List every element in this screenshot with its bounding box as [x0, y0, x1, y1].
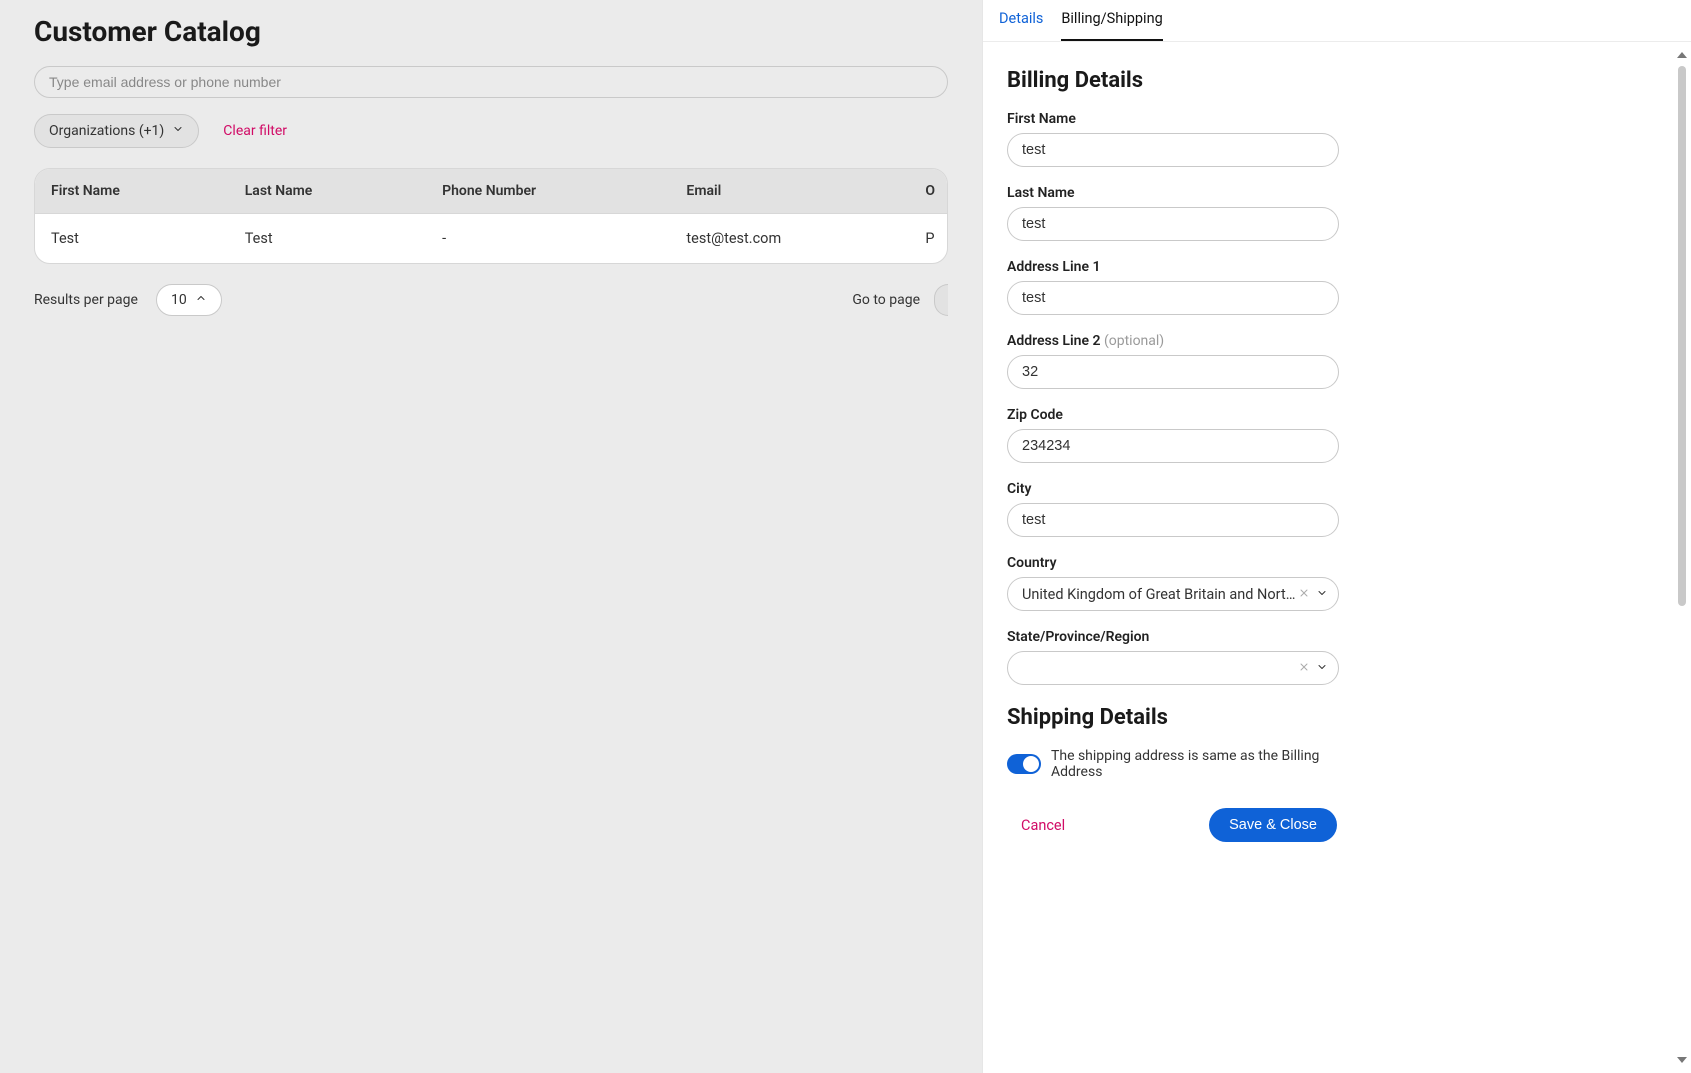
results-per-page-label: Results per page	[34, 292, 138, 308]
clear-filter-link[interactable]: Clear filter	[223, 123, 287, 139]
tab-details[interactable]: Details	[999, 10, 1043, 41]
address-line-1-input[interactable]	[1007, 281, 1339, 315]
zip-code-input[interactable]	[1007, 429, 1339, 463]
state-select[interactable]	[1007, 651, 1339, 685]
panel-inner: Billing Details First Name Last Name Add…	[983, 42, 1673, 1073]
page-title: Customer Catalog	[0, 0, 982, 66]
cancel-button[interactable]: Cancel	[1007, 817, 1065, 834]
last-name-input[interactable]	[1007, 207, 1339, 241]
same-as-billing-label: The shipping address is same as the Bill…	[1051, 748, 1339, 780]
clear-icon[interactable]	[1298, 586, 1310, 603]
state-label: State/Province/Region	[1007, 629, 1339, 645]
organizations-filter-pill[interactable]: Organizations (+1)	[34, 114, 199, 148]
col-extra[interactable]: O	[913, 169, 947, 214]
pager-right: Go to page	[852, 284, 948, 316]
pager-row: Results per page 10 Go to page	[0, 264, 982, 316]
chevron-down-icon	[1316, 586, 1328, 603]
cell-extra: P	[913, 214, 947, 264]
col-first-name[interactable]: First Name	[35, 169, 233, 214]
cell-phone: -	[430, 214, 674, 264]
city-label: City	[1007, 481, 1339, 497]
side-panel: Details Billing/Shipping Billing Details…	[982, 0, 1691, 1073]
go-to-page-input[interactable]	[934, 284, 948, 316]
scroll-down-icon[interactable]	[1677, 1057, 1687, 1063]
table-row[interactable]: Test Test - test@test.com P	[35, 214, 947, 264]
scroll-thumb[interactable]	[1678, 66, 1686, 606]
country-label: Country	[1007, 555, 1339, 571]
organizations-filter-label: Organizations (+1)	[49, 123, 164, 139]
country-select[interactable]: United Kingdom of Great Britain and Nort…	[1007, 577, 1339, 611]
same-as-billing-toggle[interactable]	[1007, 754, 1041, 774]
panel-scroll: Billing Details First Name Last Name Add…	[983, 42, 1691, 1073]
customers-table: First Name Last Name Phone Number Email …	[34, 168, 948, 264]
cell-last-name: Test	[233, 214, 430, 264]
zip-code-label: Zip Code	[1007, 407, 1339, 423]
city-input[interactable]	[1007, 503, 1339, 537]
table-header-row: First Name Last Name Phone Number Email …	[35, 169, 947, 214]
last-name-label: Last Name	[1007, 185, 1339, 201]
first-name-input[interactable]	[1007, 133, 1339, 167]
address-line-2-input[interactable]	[1007, 355, 1339, 389]
scrollbar[interactable]	[1677, 52, 1687, 1063]
country-select-value: United Kingdom of Great Britain and Nort…	[1022, 586, 1298, 603]
go-to-page-label: Go to page	[852, 292, 920, 308]
per-page-select[interactable]: 10	[156, 284, 222, 316]
chevron-down-icon	[172, 123, 184, 139]
address-line-1-label: Address Line 1	[1007, 259, 1339, 275]
per-page-value: 10	[171, 292, 187, 308]
address-line-2-label: Address Line 2 (optional)	[1007, 333, 1339, 349]
billing-details-title: Billing Details	[1007, 68, 1339, 93]
search-wrap	[34, 66, 948, 98]
pager-left: Results per page 10	[34, 284, 222, 316]
col-phone[interactable]: Phone Number	[430, 169, 674, 214]
save-close-button[interactable]: Save & Close	[1209, 808, 1337, 842]
col-email[interactable]: Email	[674, 169, 913, 214]
tab-billing-shipping[interactable]: Billing/Shipping	[1061, 10, 1162, 41]
col-last-name[interactable]: Last Name	[233, 169, 430, 214]
clear-icon[interactable]	[1298, 660, 1310, 677]
main-content: Customer Catalog Organizations (+1) Clea…	[0, 0, 982, 1073]
tabs: Details Billing/Shipping	[983, 0, 1691, 42]
filter-row: Organizations (+1) Clear filter	[0, 114, 982, 168]
shipping-details-title: Shipping Details	[1007, 705, 1339, 730]
search-input[interactable]	[34, 66, 948, 98]
chevron-down-icon	[1316, 660, 1328, 677]
cell-email: test@test.com	[674, 214, 913, 264]
cell-first-name: Test	[35, 214, 233, 264]
scroll-up-icon[interactable]	[1677, 52, 1687, 58]
chevron-up-icon	[195, 292, 207, 308]
first-name-label: First Name	[1007, 111, 1339, 127]
